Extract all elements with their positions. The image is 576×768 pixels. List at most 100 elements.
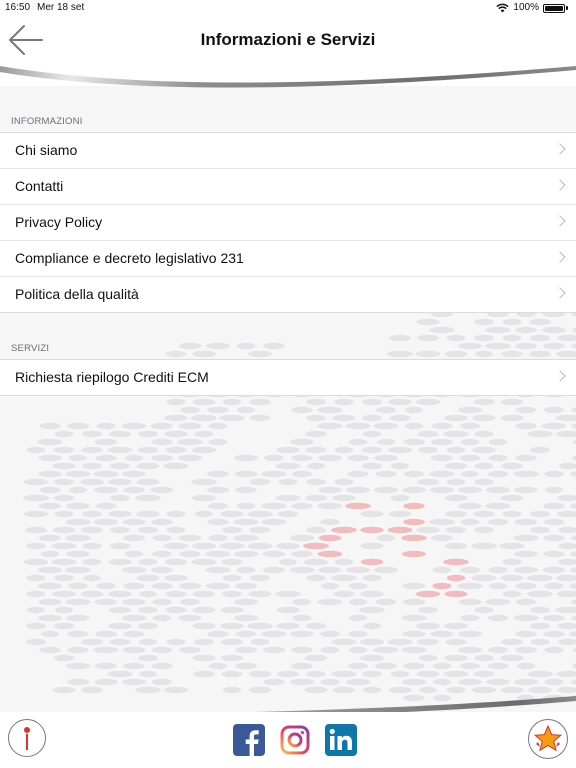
map-dot: [165, 590, 187, 598]
map-dot: [138, 590, 158, 598]
map-dot: [333, 590, 355, 598]
map-dot: [429, 326, 455, 334]
map-dot: [404, 422, 424, 430]
map-dot: [261, 630, 287, 638]
section-header-informazioni: INFORMAZIONI: [11, 116, 83, 127]
map-dot: [529, 606, 551, 614]
map-dot: [233, 614, 259, 622]
map-dot: [529, 510, 551, 518]
map-dot: [557, 622, 576, 630]
map-dot: [474, 462, 494, 470]
favorites-button[interactable]: [528, 719, 568, 759]
map-dot: [221, 558, 243, 566]
map-dot: [443, 670, 469, 678]
map-dot: [542, 566, 566, 574]
facebook-icon[interactable]: [233, 724, 265, 756]
map-dot: [345, 566, 371, 574]
instagram-icon[interactable]: [279, 724, 311, 756]
map-dot: [514, 646, 538, 654]
map-dot: [570, 471, 576, 477]
map-dot: [205, 582, 231, 590]
map-dot: [402, 582, 426, 590]
map-dot: [418, 686, 438, 694]
map-dot: [291, 646, 313, 654]
linkedin-icon[interactable]: [325, 724, 357, 756]
map-dot: [151, 582, 173, 590]
map-dot: [138, 606, 158, 614]
social-links: [233, 724, 357, 756]
map-dot: [487, 470, 509, 478]
map-dot: [361, 398, 383, 406]
map-dot: [571, 535, 576, 541]
map-dot: [474, 430, 494, 438]
map-dot: [291, 550, 313, 558]
map-dot: [109, 542, 131, 550]
map-dot: [515, 630, 537, 638]
list-item-label: Contatti: [15, 178, 64, 194]
map-dot: [431, 534, 453, 542]
map-dot: [571, 407, 576, 413]
map-dot: [26, 446, 46, 454]
map-dot: [318, 566, 342, 574]
map-dot: [51, 542, 77, 550]
map-dot: [107, 446, 133, 454]
map-dot: [317, 406, 343, 414]
map-dot: [345, 422, 371, 430]
map-dot: [389, 334, 411, 342]
map-dot: [458, 486, 482, 494]
map-dot: [387, 526, 413, 534]
map-dot: [80, 590, 104, 598]
map-dot: [360, 590, 384, 598]
map-dot: [38, 614, 62, 622]
map-dot: [262, 550, 286, 558]
info-button[interactable]: [8, 719, 46, 757]
map-dot: [108, 622, 132, 630]
map-dot: [26, 606, 46, 614]
map-dot: [348, 646, 368, 654]
map-dot: [37, 438, 63, 446]
map-dot: [556, 590, 576, 598]
map-dot: [572, 647, 576, 653]
list-item-contatti[interactable]: Contatti: [0, 169, 576, 205]
map-dot: [402, 630, 426, 638]
map-dot: [205, 342, 231, 350]
list-item-politica-qualita[interactable]: Politica della qualità: [0, 277, 576, 312]
map-dot: [362, 670, 382, 678]
map-dot: [544, 678, 564, 686]
map-dot: [236, 406, 256, 414]
map-dot: [275, 494, 301, 502]
map-dot: [233, 534, 259, 542]
content-area: INFORMAZIONI Chi siamo Contatti Privacy …: [0, 94, 576, 716]
map-dot: [446, 478, 466, 486]
map-dot: [164, 414, 188, 422]
list-item-richiesta-crediti-ecm[interactable]: Richiesta riepilogo Crediti ECM: [0, 360, 576, 395]
map-dot: [23, 558, 49, 566]
map-dot: [38, 502, 62, 510]
map-dot: [66, 678, 90, 686]
map-dot: [123, 662, 145, 670]
list-item-chi-siamo[interactable]: Chi siamo: [0, 133, 576, 169]
map-dot: [165, 350, 187, 358]
map-dot: [544, 406, 564, 414]
map-dot: [388, 686, 412, 694]
map-dot: [334, 446, 354, 454]
map-dot: [306, 670, 326, 678]
map-dot: [543, 630, 565, 638]
map-dot: [95, 662, 117, 670]
list-item-label: Chi siamo: [15, 142, 78, 158]
map-dot: [234, 662, 258, 670]
map-dot: [94, 438, 118, 446]
map-dot: [376, 534, 396, 542]
list-item-compliance[interactable]: Compliance e decreto legislativo 231: [0, 241, 576, 277]
map-dot: [207, 502, 229, 510]
map-dot: [474, 526, 494, 534]
map-dot: [345, 678, 371, 686]
map-dot: [472, 414, 496, 422]
list-item-privacy-policy[interactable]: Privacy Policy: [0, 205, 576, 241]
map-dot: [443, 558, 469, 566]
map-dot: [488, 582, 508, 590]
map-dot: [123, 486, 145, 494]
map-dot: [51, 558, 77, 566]
map-dot: [109, 638, 131, 646]
map-dot: [166, 638, 186, 646]
